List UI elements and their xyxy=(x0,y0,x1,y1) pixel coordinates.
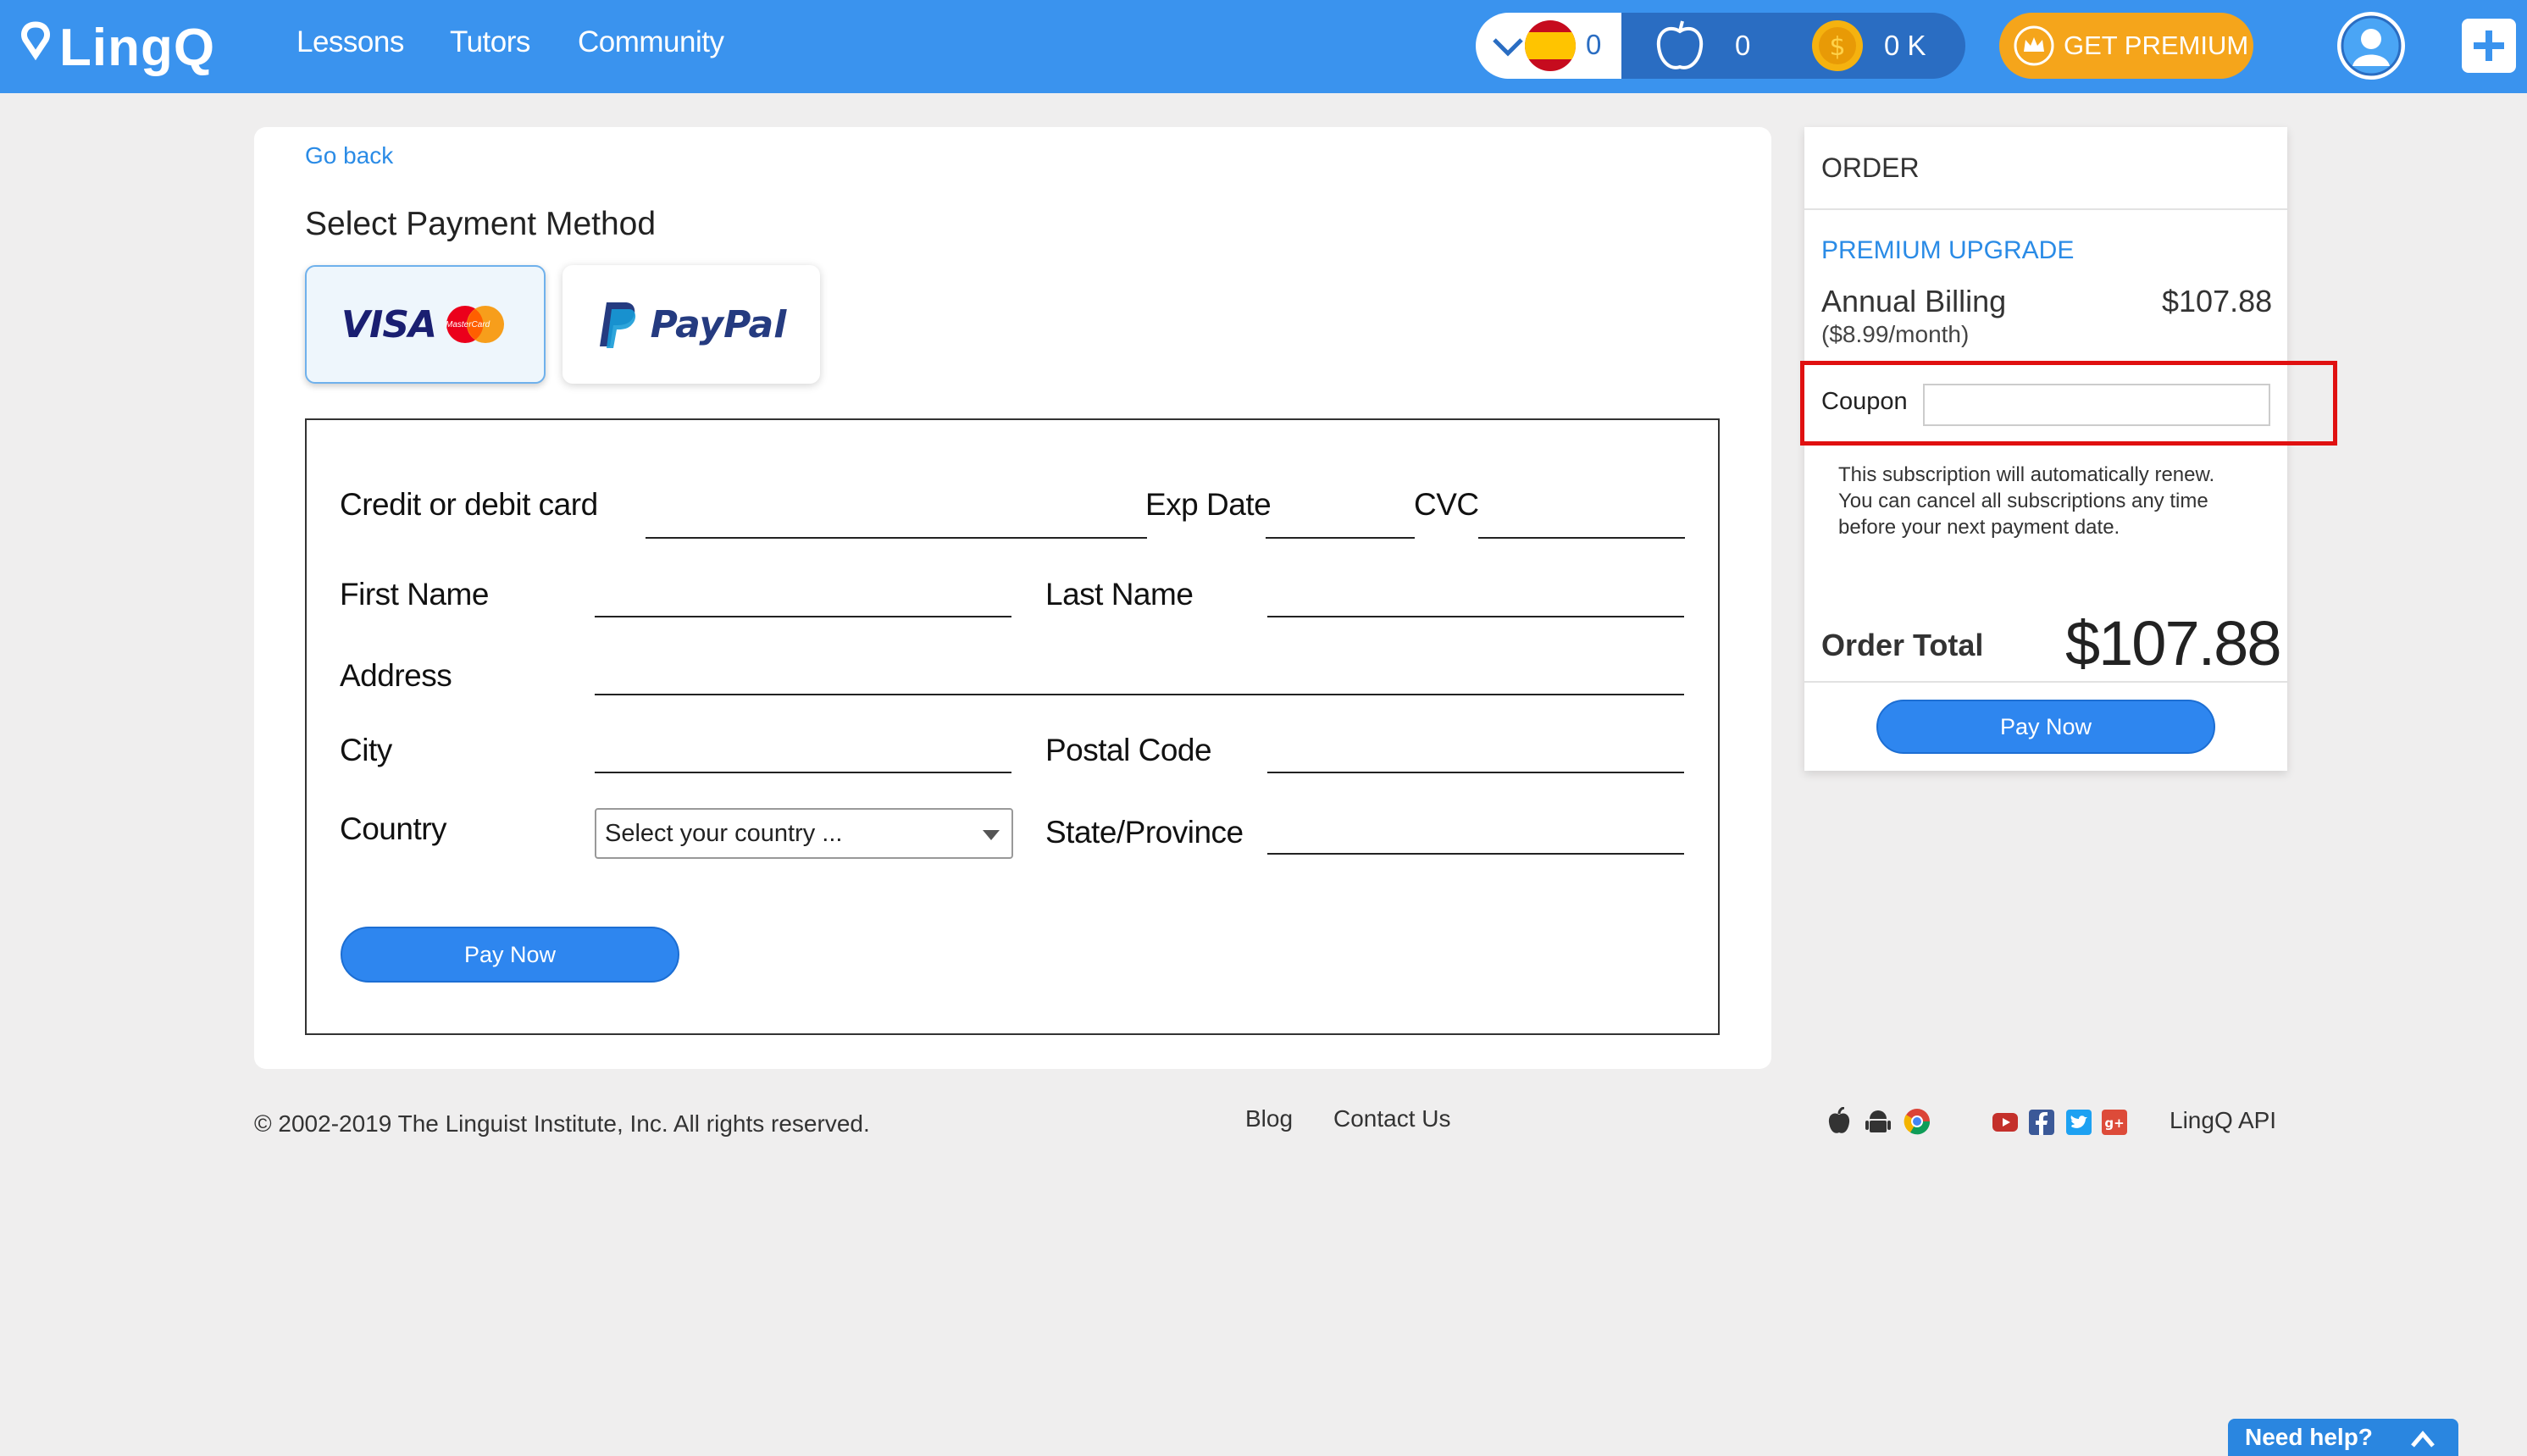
apples-count: 0 xyxy=(1735,30,1751,61)
order-total-label: Order Total xyxy=(1821,628,1984,662)
card-number-input[interactable] xyxy=(646,537,1147,539)
divider xyxy=(1804,681,2287,683)
paypal-icon xyxy=(599,302,635,348)
top-navbar: LingQ Lessons Tutors Community 0 0 $ 0 K xyxy=(0,0,2527,93)
renew-note-line-2: You can cancel all subscriptions any tim… xyxy=(1838,490,2208,512)
need-help-label: Need help? xyxy=(2245,1424,2373,1450)
visa-logo-text: VISA xyxy=(341,302,437,346)
chevron-up-icon xyxy=(2411,1431,2435,1448)
monthly-price: ($8.99/month) xyxy=(1821,321,1970,347)
paypal-logo-text: PayPal xyxy=(650,302,787,346)
last-name-label: Last Name xyxy=(1045,577,1194,612)
svg-text:g+: g+ xyxy=(2104,1116,2124,1131)
chevron-down-icon xyxy=(1493,38,1523,57)
state-province-label: State/Province xyxy=(1045,815,1244,850)
footer-contact-link[interactable]: Contact Us xyxy=(1333,1105,1451,1132)
state-province-input[interactable] xyxy=(1267,853,1684,855)
language-selector[interactable]: 0 xyxy=(1476,13,1621,79)
pay-now-label: Pay Now xyxy=(463,941,557,967)
cvc-label: CVC xyxy=(1414,487,1479,522)
language-count: 0 xyxy=(1586,29,1602,60)
country-label: Country xyxy=(340,811,447,846)
renew-note-line-1: This subscription will automatically ren… xyxy=(1838,463,2215,486)
paypal-option[interactable]: PayPal xyxy=(562,265,820,384)
get-premium-button[interactable]: GET PREMIUM xyxy=(1999,13,2253,79)
postal-code-input[interactable] xyxy=(1267,772,1684,773)
coins-count: 0 K xyxy=(1884,30,1926,61)
order-total-value: $107.88 xyxy=(2065,608,2281,678)
address-input[interactable] xyxy=(595,694,1684,695)
stats-pill: 0 $ 0 K xyxy=(1621,13,1965,79)
card-number-label: Credit or debit card xyxy=(340,487,598,522)
country-select-value: Select your country ... xyxy=(605,820,843,847)
nav-lessons[interactable]: Lessons xyxy=(296,25,404,59)
postal-code-label: Postal Code xyxy=(1045,733,1212,767)
user-icon xyxy=(2341,15,2402,76)
go-back-link[interactable]: Go back xyxy=(305,142,393,169)
android-icon[interactable] xyxy=(1865,1107,1892,1136)
mastercard-text: MasterCard xyxy=(446,320,490,329)
logo-text: LingQ xyxy=(59,18,216,77)
nav-community[interactable]: Community xyxy=(578,25,724,59)
pay-now-button[interactable]: Pay Now xyxy=(341,927,679,983)
plus-icon xyxy=(2474,30,2504,61)
payment-method-title: Select Payment Method xyxy=(305,206,657,242)
copyright-text: © 2002-2019 The Linguist Institute, Inc.… xyxy=(254,1110,870,1137)
twitter-icon[interactable] xyxy=(2066,1110,2092,1135)
lingq-logo[interactable]: LingQ xyxy=(19,12,215,83)
first-name-label: First Name xyxy=(340,577,489,612)
city-label: City xyxy=(340,733,392,767)
user-avatar[interactable] xyxy=(2337,12,2405,80)
crown-icon xyxy=(2014,25,2054,66)
add-button[interactable] xyxy=(2462,19,2516,73)
apple-icon xyxy=(1656,20,1704,69)
coin-icon: $ xyxy=(1812,20,1863,71)
first-name-input[interactable] xyxy=(595,616,1011,617)
highlight-box xyxy=(1800,361,2337,446)
divider xyxy=(1804,208,2287,210)
order-heading: ORDER xyxy=(1821,152,1920,183)
nav-tutors[interactable]: Tutors xyxy=(450,25,530,59)
spain-flag-icon xyxy=(1525,20,1576,71)
chrome-icon[interactable] xyxy=(1903,1107,1931,1136)
logo-pin-icon xyxy=(21,21,50,61)
exp-date-label: Exp Date xyxy=(1145,487,1272,522)
last-name-input[interactable] xyxy=(1267,616,1684,617)
need-help-widget[interactable]: Need help? xyxy=(2228,1419,2458,1456)
lingq-api-link[interactable]: LingQ API xyxy=(2170,1107,2276,1134)
footer-blog-link[interactable]: Blog xyxy=(1245,1105,1293,1132)
billing-type: Annual Billing xyxy=(1821,284,2007,318)
google-plus-icon[interactable]: g+ xyxy=(2102,1110,2127,1135)
youtube-icon[interactable] xyxy=(1992,1110,2018,1135)
renew-note-line-3: before your next payment date. xyxy=(1838,516,2120,539)
dropdown-arrow-icon xyxy=(983,830,1000,840)
order-pay-now-button[interactable]: Pay Now xyxy=(1876,700,2215,754)
address-label: Address xyxy=(340,658,452,693)
svg-text:$: $ xyxy=(1829,32,1845,62)
city-input[interactable] xyxy=(595,772,1011,773)
order-pay-now-label: Pay Now xyxy=(1999,713,2092,739)
exp-date-input[interactable] xyxy=(1266,537,1415,539)
country-select[interactable]: Select your country ... xyxy=(595,808,1013,859)
billing-price: $107.88 xyxy=(2162,284,2273,318)
cvc-input[interactable] xyxy=(1478,537,1685,539)
facebook-icon[interactable] xyxy=(2029,1110,2054,1135)
visa-mastercard-option[interactable]: VISA MasterCard xyxy=(305,265,546,384)
premium-label: GET PREMIUM xyxy=(2064,30,2249,60)
product-name: PREMIUM UPGRADE xyxy=(1821,236,2075,264)
apple-store-icon[interactable] xyxy=(1826,1107,1853,1136)
